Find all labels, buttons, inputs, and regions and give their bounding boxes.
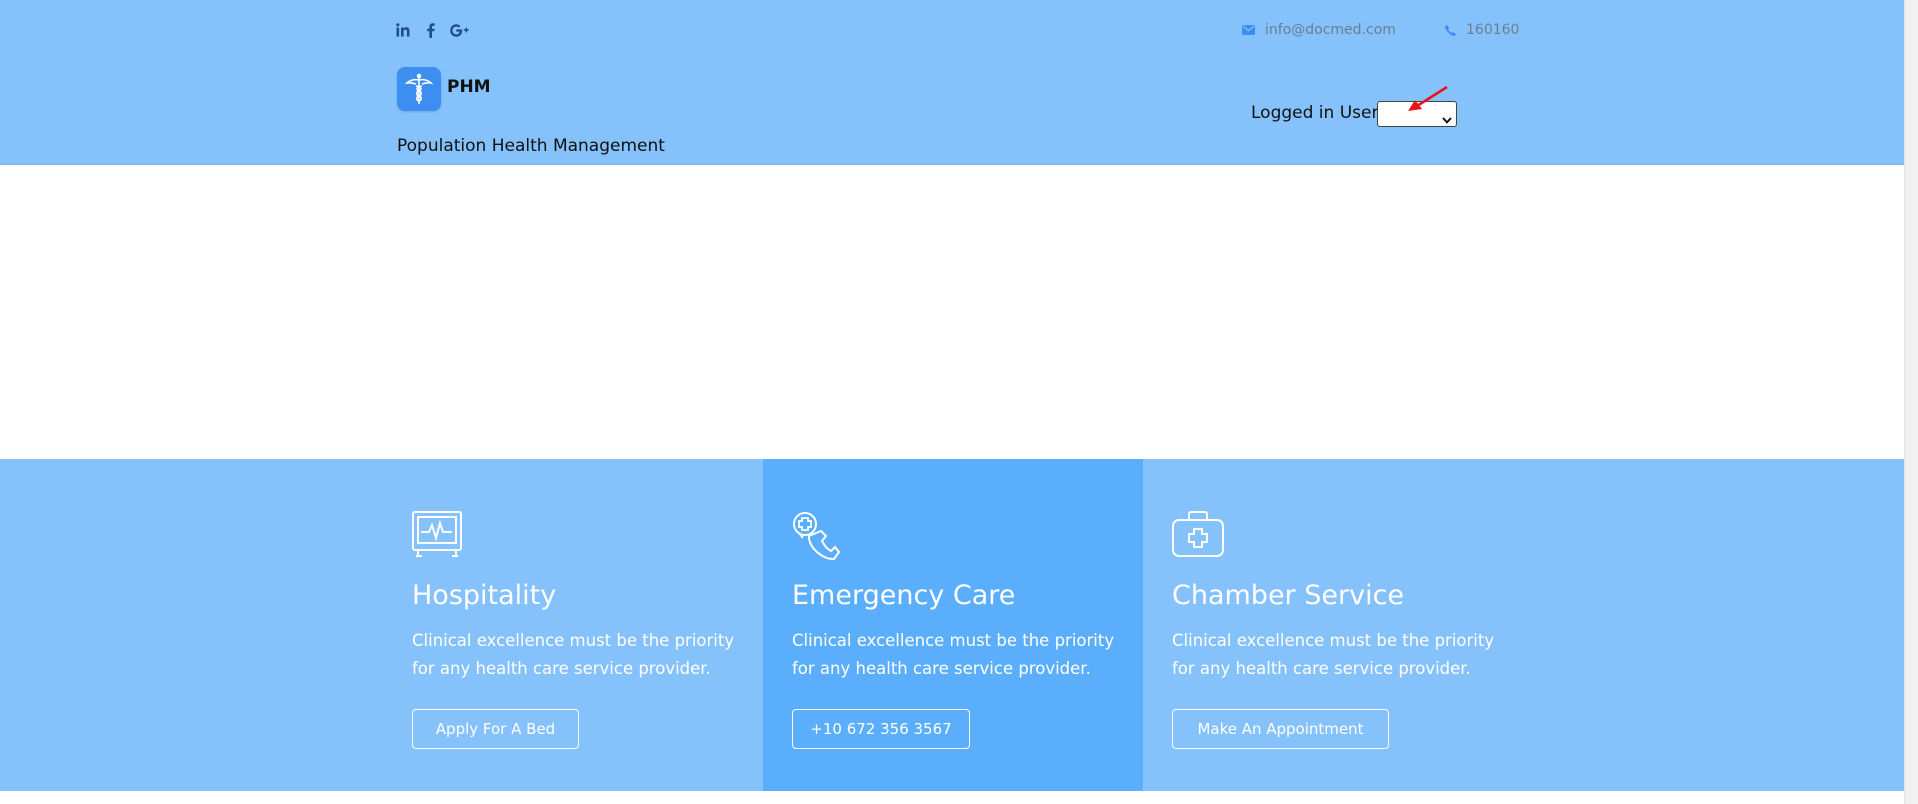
emergency-phone-button[interactable]: +10 672 356 3567	[792, 709, 970, 749]
phone-icon	[1445, 24, 1456, 36]
brand-name[interactable]: PHM	[447, 77, 491, 97]
feature-title: Emergency Care	[792, 580, 1016, 611]
google-plus-icon[interactable]	[449, 20, 471, 40]
feature-description: Clinical excellence must be the priority…	[792, 631, 1115, 678]
emergency-call-icon	[792, 511, 844, 567]
feature-title: Hospitality	[412, 580, 557, 611]
phone-text[interactable]: 160160	[1466, 22, 1519, 38]
site-header: info@docmed.com 160160 PHM Population He…	[0, 0, 1904, 165]
envelope-icon	[1242, 25, 1255, 35]
caduceus-icon	[404, 73, 434, 104]
logo[interactable]	[397, 67, 441, 111]
feature-chamber-service: Chamber Service Clinical excellence must…	[1143, 459, 1904, 791]
linkedin-icon[interactable]	[395, 20, 411, 40]
features-section: Hospitality Clinical excellence must be …	[0, 459, 1904, 791]
pointer-arrow-icon	[1408, 85, 1448, 111]
header-email: info@docmed.com	[1242, 20, 1396, 40]
hero-area	[0, 165, 1904, 459]
feature-description: Clinical excellence must be the priority…	[1172, 631, 1495, 678]
feature-hospitality: Hospitality Clinical excellence must be …	[0, 459, 763, 791]
page: info@docmed.com 160160 PHM Population He…	[0, 0, 1904, 804]
apply-for-bed-button[interactable]: Apply For A Bed	[412, 709, 579, 749]
logged-in-user-label: Logged in User:	[1251, 103, 1384, 123]
medical-kit-icon	[1172, 511, 1224, 561]
monitor-heartbeat-icon	[412, 511, 462, 561]
feature-title: Chamber Service	[1172, 580, 1405, 611]
email-text[interactable]: info@docmed.com	[1265, 22, 1396, 38]
facebook-icon[interactable]	[424, 20, 436, 40]
make-appointment-button[interactable]: Make An Appointment	[1172, 709, 1389, 749]
site-tagline: Population Health Management	[397, 136, 665, 156]
feature-emergency-care: Emergency Care Clinical excellence must …	[763, 459, 1143, 791]
page-scrollbar[interactable]	[1904, 0, 1918, 804]
feature-description: Clinical excellence must be the priority…	[412, 631, 735, 678]
header-phone: 160160	[1445, 20, 1519, 40]
